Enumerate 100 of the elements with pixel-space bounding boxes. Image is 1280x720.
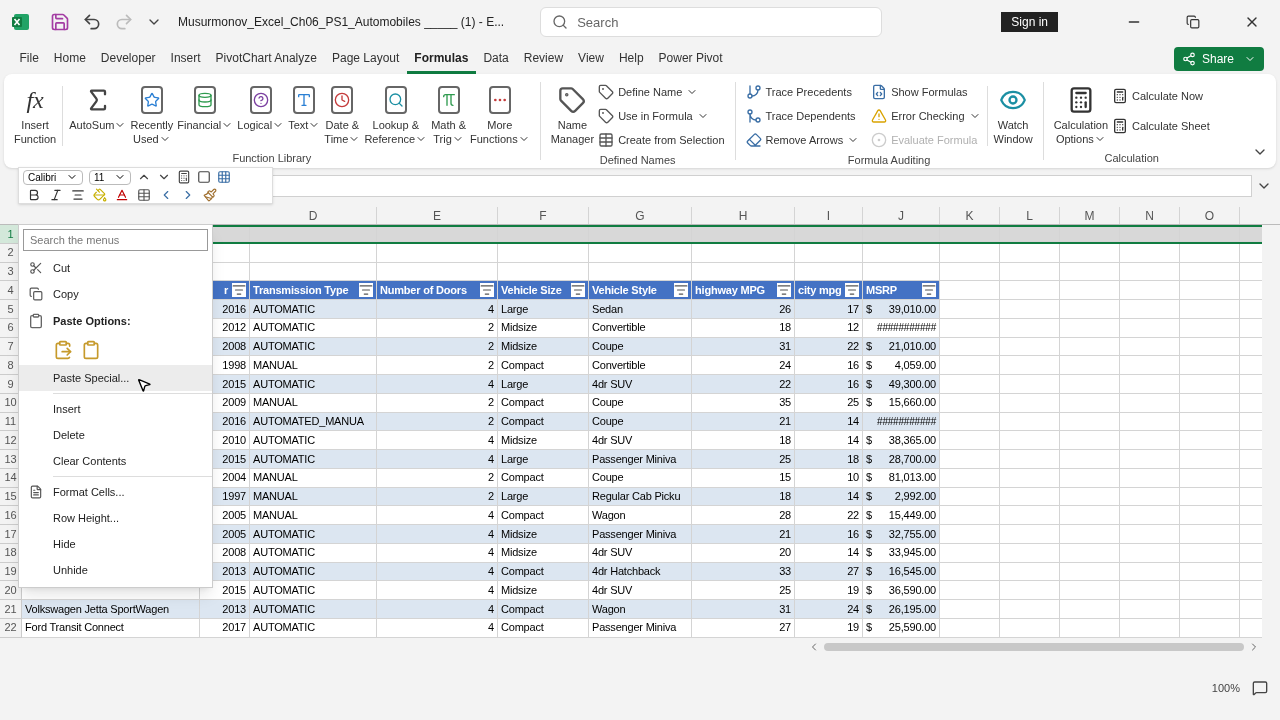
font-dropdown[interactable]: Calibri bbox=[23, 169, 83, 185]
grid-cell bbox=[1120, 375, 1180, 394]
percent-format-icon[interactable] bbox=[197, 170, 211, 184]
menu-search-field[interactable]: Search the menus bbox=[23, 229, 208, 251]
paste-values-icon[interactable] bbox=[81, 340, 101, 360]
currency-symbol: $ bbox=[866, 601, 872, 617]
column-header[interactable]: G bbox=[589, 207, 692, 224]
grid-cell bbox=[1000, 618, 1060, 638]
auditing-button[interactable]: Trace Dependents bbox=[743, 104, 862, 128]
search-field[interactable]: Search bbox=[540, 7, 883, 37]
align-center-icon[interactable] bbox=[71, 187, 85, 202]
zoom-level[interactable]: 100% bbox=[1211, 679, 1240, 696]
formula-input[interactable] bbox=[272, 175, 1252, 197]
column-header[interactable]: O bbox=[1180, 207, 1240, 224]
ribbon-tab[interactable]: Review bbox=[516, 44, 571, 74]
italic-icon[interactable] bbox=[49, 187, 63, 202]
restore-icon[interactable] bbox=[1186, 15, 1200, 29]
tag-icon bbox=[598, 84, 615, 100]
menu-item[interactable]: Paste Special... bbox=[19, 365, 212, 391]
filter-icon[interactable] bbox=[571, 283, 585, 298]
ribbon-tab[interactable]: View bbox=[570, 44, 612, 74]
column-header[interactable]: H bbox=[692, 207, 795, 224]
table-cell: 4 bbox=[377, 375, 498, 394]
calculation-options-button[interactable]: Calculation Options bbox=[1051, 78, 1111, 150]
column-header[interactable]: L bbox=[1000, 207, 1060, 224]
table-cell: 22 bbox=[795, 506, 863, 525]
function-category-button[interactable]: Math & Trig bbox=[429, 78, 468, 150]
horizontal-scrollbar[interactable] bbox=[824, 642, 1244, 651]
share-button[interactable]: Share bbox=[1173, 47, 1264, 71]
wrap-icon[interactable] bbox=[217, 170, 231, 184]
ribbon-tab[interactable]: Insert bbox=[163, 44, 209, 74]
grid-cell bbox=[1060, 562, 1120, 582]
bold-icon[interactable] bbox=[27, 187, 41, 202]
function-category-button[interactable]: More Functions bbox=[468, 78, 532, 150]
defined-name-button[interactable]: Use in Formula bbox=[596, 104, 727, 128]
table-cell: 4 bbox=[377, 450, 498, 469]
column-header[interactable]: D bbox=[250, 207, 377, 224]
defined-name-button[interactable]: Create from Selection bbox=[596, 128, 727, 152]
sign-in-button[interactable]: Sign in bbox=[1001, 12, 1058, 32]
row-number[interactable]: 20 bbox=[0, 581, 22, 600]
function-category-button[interactable]: Financial bbox=[175, 78, 236, 150]
column-header[interactable]: M bbox=[1060, 207, 1120, 224]
paste-icon[interactable] bbox=[53, 340, 73, 360]
column-header[interactable]: N bbox=[1120, 207, 1180, 224]
amount-text: 49,300.00 bbox=[888, 376, 936, 392]
save-icon[interactable] bbox=[50, 12, 70, 32]
column-header[interactable]: I bbox=[795, 207, 863, 224]
ribbon-tab[interactable]: PivotChart Analyze bbox=[208, 44, 325, 74]
calculate-button[interactable]: Calculate Now bbox=[1110, 84, 1212, 108]
filter-icon[interactable] bbox=[922, 283, 936, 298]
function-category-button[interactable]: Date & Time bbox=[322, 78, 363, 150]
function-category-button[interactable]: Recently Used bbox=[128, 78, 176, 150]
filter-icon[interactable] bbox=[845, 283, 859, 298]
filter-icon[interactable] bbox=[232, 283, 246, 298]
ribbon-tab[interactable]: Help bbox=[611, 44, 652, 74]
auditing-button[interactable]: Show Formulas bbox=[869, 80, 983, 104]
fill-color-icon[interactable] bbox=[93, 187, 107, 202]
undo-icon[interactable] bbox=[82, 12, 102, 32]
currency-format-icon[interactable] bbox=[177, 170, 191, 184]
auditing-icon bbox=[745, 108, 762, 124]
ribbon-tab[interactable]: Home bbox=[46, 44, 94, 74]
name-manager-button[interactable]: Name Manager bbox=[548, 78, 597, 150]
filter-icon[interactable] bbox=[359, 283, 373, 298]
auditing-button[interactable]: Trace Precedents bbox=[743, 80, 862, 104]
insert-function-button[interactable]: fx Insert Function bbox=[12, 78, 59, 150]
auditing-button[interactable]: Remove Arrows bbox=[743, 128, 862, 152]
filter-icon[interactable] bbox=[480, 283, 494, 298]
feedback-icon[interactable] bbox=[1252, 679, 1268, 696]
font-color-icon[interactable] bbox=[115, 187, 129, 202]
format-painter-icon[interactable] bbox=[203, 187, 217, 202]
borders-icon[interactable] bbox=[137, 187, 151, 202]
row-number[interactable]: 21 bbox=[0, 600, 22, 619]
filter-icon[interactable] bbox=[674, 283, 688, 298]
calculate-button[interactable]: Calculate Sheet bbox=[1110, 114, 1212, 138]
vertical-scrollbar[interactable] bbox=[1262, 225, 1280, 244]
font-size-dropdown[interactable]: 11 bbox=[89, 169, 131, 185]
function-category-button[interactable]: AutoSum bbox=[67, 78, 129, 150]
header-text: MSRP bbox=[866, 282, 897, 298]
column-header[interactable]: J bbox=[863, 207, 940, 224]
function-category-button[interactable]: Logical bbox=[235, 78, 287, 150]
column-header[interactable]: K bbox=[940, 207, 1000, 224]
menu-item[interactable]: Cut bbox=[19, 255, 212, 281]
ribbon-tab[interactable]: Power Pivot bbox=[651, 44, 731, 74]
ribbon-tab[interactable]: Developer bbox=[93, 44, 164, 74]
group-label: Formula Auditing bbox=[847, 153, 931, 168]
table-cell: Passenger Miniva bbox=[589, 525, 692, 544]
auditing-button[interactable]: Error Checking bbox=[869, 104, 983, 128]
ribbon-tab[interactable]: Data bbox=[475, 44, 517, 74]
column-header[interactable]: F bbox=[498, 207, 589, 224]
grid-cell bbox=[1120, 393, 1180, 413]
spreadsheet-app-icon bbox=[12, 13, 30, 31]
filter-icon[interactable] bbox=[777, 283, 791, 298]
table-cell: Midsize bbox=[498, 431, 589, 450]
ribbon-tab[interactable]: Page Layout bbox=[324, 44, 407, 74]
defined-name-button[interactable]: Define Name bbox=[596, 80, 727, 104]
function-category-button[interactable]: Lookup & Reference bbox=[362, 78, 430, 150]
column-header[interactable]: E bbox=[377, 207, 498, 224]
watch-window-button[interactable]: Watch Window bbox=[991, 78, 1035, 150]
function-category-button[interactable]: Text bbox=[286, 78, 323, 150]
ribbon-tab[interactable]: File bbox=[12, 44, 47, 74]
